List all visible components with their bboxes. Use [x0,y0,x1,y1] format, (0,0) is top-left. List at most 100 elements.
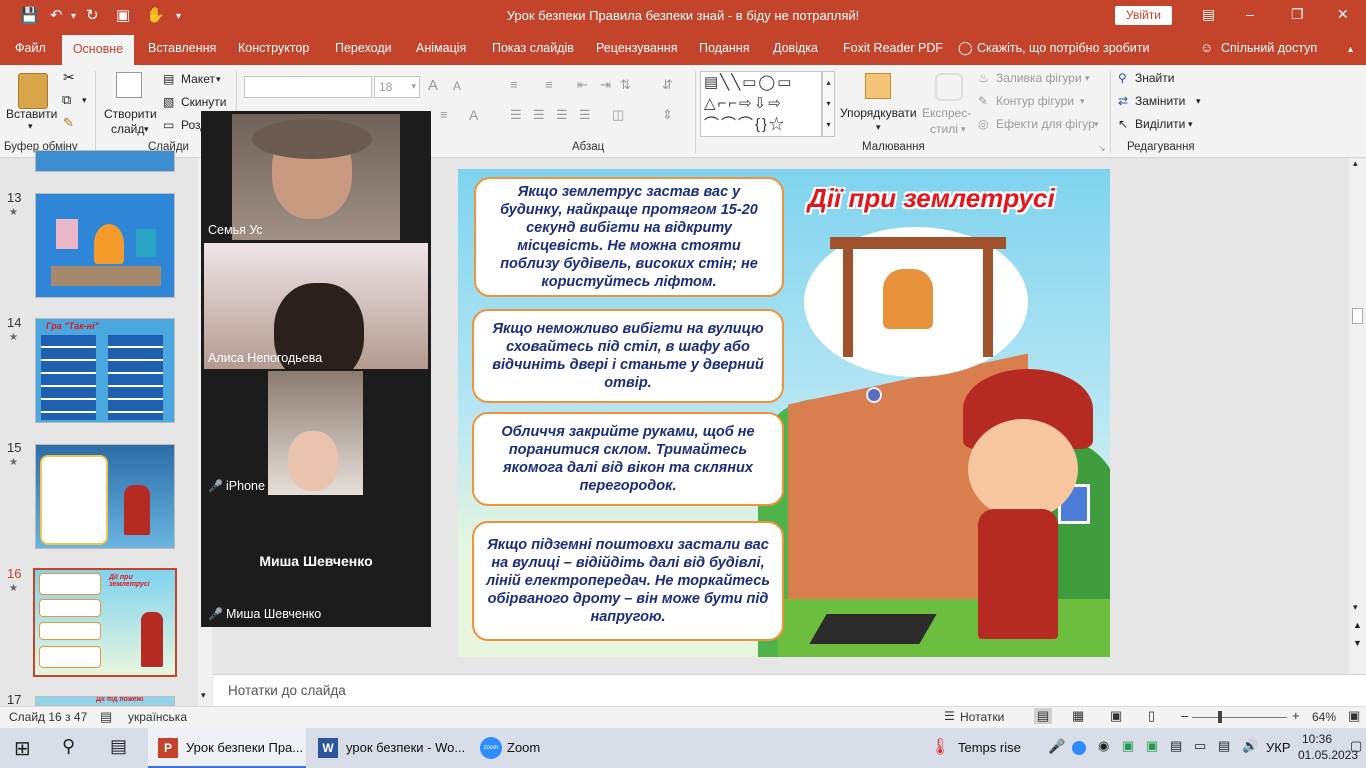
slide-thumbnail-13[interactable] [35,193,175,298]
language-indicator[interactable]: українська [128,710,187,724]
video-tile-participant-1[interactable] [232,114,400,240]
paste-button[interactable]: Вставити [6,107,57,121]
scroll-up-icon[interactable]: ▴ [1353,158,1358,169]
tray-icon[interactable]: ▣ [1122,738,1134,754]
text-box-outside[interactable]: Якщо підземні поштовхи застали вас на ву… [472,521,784,641]
columns-icon[interactable]: ◫ [612,107,624,123]
shape-outline-button[interactable]: Контур фігури [996,94,1074,108]
volume-icon[interactable]: 🔊 [1242,738,1258,754]
tab-insert[interactable]: Вставлення [148,41,216,55]
minimize-icon[interactable]: – [1246,6,1254,22]
tab-design[interactable]: Конструктор [238,41,309,55]
slide-thumbnail-14[interactable]: Гра "Так-ні" [35,318,175,423]
new-slide-icon[interactable] [116,72,142,98]
slideshow-icon[interactable]: ▯ [1148,708,1155,724]
paste-dropdown-icon[interactable]: ▾ [28,121,33,132]
shape-fill-dropdown-icon[interactable]: ▾ [1085,73,1090,84]
collapse-menu-icon[interactable]: ▴ [1348,44,1353,55]
format-painter-icon[interactable]: ✎ [63,115,74,131]
search-icon[interactable]: ⚲ [62,736,75,757]
replace-dropdown-icon[interactable]: ▾ [1196,96,1201,107]
tab-file[interactable]: Файл [15,41,46,55]
layout-button[interactable]: Макет [181,72,215,86]
select-button[interactable]: Виділити [1135,117,1185,131]
shape-fill-button[interactable]: Заливка фігури [996,71,1082,85]
windows-start-icon[interactable]: ⊞ [14,736,31,761]
bullets-icon[interactable]: ≡ [510,77,518,92]
shapes-gallery-scroll[interactable]: ▴ ▾ ▾ [822,71,835,137]
notifications-icon[interactable]: ▢ [1350,738,1362,754]
cut-icon[interactable]: ✂ [63,69,75,86]
keyboard-language[interactable]: УКР [1266,740,1291,755]
slide-thumbnail-16[interactable]: Дії при землетрусі [33,568,177,677]
align-left-icon[interactable]: ☰ [510,107,522,123]
tell-me-search[interactable]: Скажіть, що потрібно зробити [977,41,1150,55]
tab-help[interactable]: Довідка [773,41,818,55]
reset-button[interactable]: Скинути [181,95,226,109]
next-slide-icon[interactable]: ▼ [1353,638,1362,648]
shrink-font-icon[interactable]: A [453,79,461,93]
justify-icon[interactable]: ☰ [579,107,591,123]
line-spacing-icon[interactable]: ⇅ [620,77,631,93]
increase-indent-icon[interactable]: ⇥ [600,77,611,93]
zoom-tray-icon[interactable] [1072,741,1086,755]
align-text-icon[interactable]: ⇕ [662,107,673,123]
slide-thumbnail-15[interactable] [35,444,175,549]
tab-foxit[interactable]: Foxit Reader PDF [843,41,943,55]
font-color-icon[interactable]: A [469,107,478,123]
zoom-video-panel[interactable]: Семья Ус Алиса Непогодьева 🎤 iPhone Миша… [201,111,431,627]
text-box-hide[interactable]: Якщо неможливо вибігти на вулицю сховайт… [472,309,784,403]
tray-icon[interactable]: ▣ [1146,738,1158,754]
arrange-button[interactable]: Упорядкувати [840,106,917,120]
decrease-indent-icon[interactable]: ⇤ [577,77,588,93]
tray-icon[interactable]: ▤ [1170,738,1182,754]
sign-in-button[interactable]: Увійти [1115,6,1172,25]
slide-sorter-icon[interactable]: ▦ [1072,708,1084,724]
close-icon[interactable]: ✕ [1337,6,1349,23]
font-size-input[interactable]: 18 ▾ [374,76,420,98]
reading-view-icon[interactable]: ▣ [1110,708,1122,724]
copy-dropdown-icon[interactable]: ▾ [82,95,87,106]
zoom-app-icon[interactable]: zoom [480,737,502,759]
previous-slide-icon[interactable]: ▲ [1353,620,1362,630]
task-view-icon[interactable]: ▤ [110,736,127,757]
clear-format-icon[interactable]: ≡ [440,107,448,122]
shape-outline-dropdown-icon[interactable]: ▾ [1080,96,1085,107]
paste-icon[interactable] [18,73,48,109]
shape-effects-dropdown-icon[interactable]: ▾ [1094,119,1099,130]
quick-styles-dropdown-icon[interactable]: ▾ [961,124,966,135]
align-right-icon[interactable]: ☰ [556,107,568,123]
zoom-in-icon[interactable]: + [1292,708,1300,723]
video-tile-participant-3[interactable] [268,371,363,495]
proofing-icon[interactable]: ▤ [100,709,112,725]
tab-home[interactable]: Основне [62,35,134,65]
share-button[interactable]: Спільний доступ [1221,41,1317,55]
tab-transitions[interactable]: Переходи [335,41,392,55]
microphone-icon[interactable]: 🎤 [1048,738,1065,755]
quick-styles-button[interactable]: Експрес- [922,106,971,120]
slide-scrollbar[interactable]: ▴ ▾ ▲ ▼ [1349,158,1366,674]
normal-view-icon[interactable]: ▤ [1034,708,1053,724]
scroll-thumb[interactable] [1352,308,1363,324]
font-size-dropdown-icon[interactable]: ▾ [411,81,416,92]
taskbar-app-word[interactable]: урок безпеки - Wo... [346,740,465,755]
new-slide-button[interactable]: Створити [104,107,157,121]
scroll-down-icon[interactable]: ▾ [1353,602,1358,613]
word-icon[interactable]: W [318,738,338,758]
tab-slideshow[interactable]: Показ слайдів [492,41,574,55]
grow-font-icon[interactable]: A [428,77,438,94]
tab-review[interactable]: Рецензування [596,41,677,55]
shapes-gallery[interactable]: ▤╲╲▭◯▭ △⌐⌐⇨⇩⇨ ⌒⌒⌒{}☆ [700,71,822,137]
align-center-icon[interactable]: ☰ [533,107,545,123]
zoom-out-icon[interactable]: – [1181,708,1188,723]
notes-toggle-button[interactable]: Нотатки [960,710,1004,724]
drawing-launcher-icon[interactable]: ↘ [1098,143,1106,154]
clock-time[interactable]: 10:36 [1302,732,1332,746]
restore-icon[interactable]: ❐ [1291,6,1304,23]
zoom-slider-thumb[interactable] [1218,711,1222,723]
zoom-slider-track[interactable] [1192,717,1287,718]
copy-icon[interactable]: ⧉ [62,92,71,108]
current-slide[interactable]: Дії при землетрусі Якщо землетрус застав… [458,169,1110,657]
tray-icon[interactable]: ◉ [1098,738,1109,754]
text-box-cover-face[interactable]: Обличчя закрийте руками, щоб не поранити… [472,412,784,506]
